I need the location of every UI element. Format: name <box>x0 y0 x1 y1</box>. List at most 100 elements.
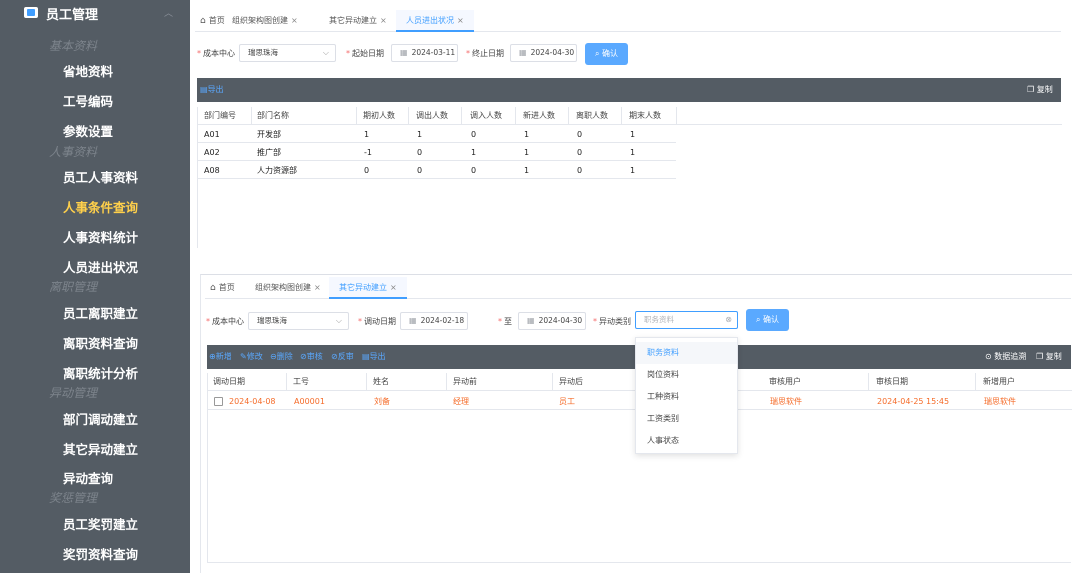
unapprove-button[interactable]: ⊘反审 <box>331 345 354 369</box>
cost-center-select[interactable]: 瑞思珠海 ⌵ <box>239 44 336 62</box>
tab-org-chart[interactable]: 组织架构图创建 × <box>232 10 298 32</box>
table-row[interactable]: A02 推广部 -1 0 1 1 0 1 <box>198 144 676 161</box>
sidebar-item-resignation-analysis[interactable]: 离职统计分析 <box>63 363 138 382</box>
cost-center-select[interactable]: 瑞思珠海 ⌵ <box>248 312 349 330</box>
close-icon[interactable]: × <box>291 16 298 25</box>
table-header: 部门编号 部门名称 期初人数 调出人数 调入人数 新进人数 离职人数 期末人数 <box>198 107 1062 125</box>
table-row[interactable]: A01 开发部 1 1 0 1 0 1 <box>198 126 676 143</box>
export-label: 导出 <box>207 85 224 94</box>
sidebar-item-province[interactable]: 省地资料 <box>63 61 113 80</box>
col-header[interactable]: 新进人数 <box>523 107 569 125</box>
tab-org-chart[interactable]: 组织架构图创建 × <box>255 277 321 299</box>
start-date-value: 2024-03-11 <box>411 48 456 57</box>
col-header[interactable]: 工号 <box>293 373 367 391</box>
chevron-down-icon: ⌵ <box>335 316 342 325</box>
col-header[interactable]: 调出人数 <box>416 107 462 125</box>
row-checkbox[interactable] <box>214 397 223 406</box>
sidebar-item-reward-create[interactable]: 员工奖罚建立 <box>63 514 138 533</box>
cell: 瑞思软件 <box>770 397 802 406</box>
chevron-up-icon[interactable]: ︿ <box>164 6 173 19</box>
sidebar-item-dept-transfer[interactable]: 部门调动建立 <box>63 409 138 428</box>
sidebar-item-personnel-query[interactable]: 人事条件查询 <box>63 197 138 216</box>
col-header[interactable]: 部门名称 <box>257 107 357 125</box>
copy-icon: ❐ <box>1027 85 1035 94</box>
dropdown-option-position[interactable]: 职务资料 <box>636 342 737 364</box>
tab-other-transfer[interactable]: 其它异动建立 × <box>329 10 387 32</box>
sidebar-item-reward-query[interactable]: 奖罚资料查询 <box>63 544 138 563</box>
tab-home[interactable]: ⌂ 首页 <box>200 10 225 32</box>
export-button[interactable]: ▤导出 <box>362 345 386 369</box>
dropdown-option-salary-type[interactable]: 工资类别 <box>636 408 737 430</box>
data-trace-button[interactable]: ⊙ 数据追溯 <box>985 345 1026 369</box>
approve-button[interactable]: ⊘审核 <box>300 345 323 369</box>
cell: 2024-04-08 <box>229 397 276 406</box>
col-header[interactable]: 审核用户 <box>769 373 869 391</box>
approve-label: 审核 <box>306 352 323 361</box>
sidebar-item-transfer-query[interactable]: 异动查询 <box>63 468 113 487</box>
sidebar-item-employee-code[interactable]: 工号编码 <box>63 91 113 110</box>
sidebar-title: 员工管理 <box>46 8 99 23</box>
sidebar-group-reward: 奖惩管理 <box>49 491 98 505</box>
copy-label: 复制 <box>1036 85 1053 94</box>
delete-icon: ⊖ <box>270 352 277 361</box>
close-icon[interactable]: × <box>314 283 321 292</box>
move-date-to-input[interactable]: ▦ 2024-04-30 <box>518 312 586 330</box>
start-date-label: * 起始日期 <box>346 49 384 58</box>
col-header[interactable]: 异动前 <box>453 373 553 391</box>
close-icon[interactable]: × <box>457 16 464 25</box>
copy-button[interactable]: ❐ 复制 <box>1036 345 1062 369</box>
table-row[interactable]: A08 人力资源部 0 0 0 1 0 1 <box>198 162 676 179</box>
cell: 0 <box>577 148 583 157</box>
sidebar-item-parameters[interactable]: 参数设置 <box>63 121 113 140</box>
confirm-button[interactable]: ⌕ 确认 <box>746 309 789 331</box>
dropdown-option-personnel-status[interactable]: 人事状态 <box>636 430 737 452</box>
col-header[interactable]: 调入人数 <box>470 107 516 125</box>
category-select[interactable]: 职务资料 ⊗ <box>635 311 738 329</box>
cell: 人力资源部 <box>257 166 297 175</box>
tab-home-label: 首页 <box>208 16 225 25</box>
sidebar-header[interactable]: 员工管理 ︿ <box>0 0 190 26</box>
sidebar-item-resignation-query[interactable]: 离职资料查询 <box>63 333 138 352</box>
tab-other-transfer[interactable]: 其它异动建立 × <box>329 277 407 299</box>
sidebar-item-staff-movement[interactable]: 人员进出状况 <box>63 257 138 276</box>
close-icon[interactable]: × <box>380 16 387 25</box>
close-icon[interactable]: × <box>390 283 397 292</box>
col-header[interactable]: 期初人数 <box>363 107 409 125</box>
sidebar-item-other-transfer[interactable]: 其它异动建立 <box>63 439 138 458</box>
dropdown-option-post[interactable]: 岗位资料 <box>636 364 737 386</box>
tab-staff-movement[interactable]: 人员进出状况 × <box>396 10 474 32</box>
confirm-button[interactable]: ⌕ 确认 <box>585 43 628 65</box>
cell: 经理 <box>453 397 469 406</box>
tab-bar-bottom: ⌂ 首页 组织架构图创建 × 其它异动建立 × <box>205 277 1071 299</box>
col-header[interactable]: 离职人数 <box>576 107 622 125</box>
clear-icon[interactable]: ⊗ <box>725 312 732 328</box>
col-header[interactable]: 审核日期 <box>876 373 976 391</box>
sidebar-item-personnel-data[interactable]: 员工人事资料 <box>63 167 138 186</box>
delete-button[interactable]: ⊖删除 <box>270 345 293 369</box>
col-header[interactable]: 期末人数 <box>629 107 677 125</box>
tab-home[interactable]: ⌂ 首页 <box>210 277 235 299</box>
calendar-icon: ▦ <box>409 316 417 325</box>
export-button[interactable]: ▤导出 <box>200 78 224 102</box>
sidebar: 员工管理 ︿ 基本资料 省地资料 工号编码 参数设置 人事资料 员工人事资料 人… <box>0 0 190 573</box>
cell: 0 <box>417 148 423 157</box>
delete-label: 删除 <box>276 352 293 361</box>
check-icon: ⊘ <box>300 352 307 361</box>
move-date-from-input[interactable]: ▦ 2024-02-18 <box>400 312 468 330</box>
end-date-input[interactable]: ▦ 2024-04-30 <box>510 44 577 62</box>
category-label-text: 异动类别 <box>599 317 631 326</box>
col-header[interactable]: 姓名 <box>373 373 447 391</box>
col-header[interactable]: 新增用户 <box>983 373 1015 391</box>
dropdown-option-work-type[interactable]: 工种资料 <box>636 386 737 408</box>
edit-button[interactable]: ✎修改 <box>240 345 263 369</box>
export-icon: ▤ <box>362 352 370 361</box>
move-date-label: * 调动日期 <box>358 317 396 326</box>
col-header[interactable]: 调动日期 <box>213 373 287 391</box>
start-date-input[interactable]: ▦ 2024-03-11 <box>391 44 458 62</box>
cell: 1 <box>630 130 636 139</box>
sidebar-item-personnel-stats[interactable]: 人事资料统计 <box>63 227 138 246</box>
copy-button[interactable]: ❐ 复制 <box>1027 78 1053 102</box>
col-header[interactable]: 部门编号 <box>204 107 252 125</box>
add-button[interactable]: ⊕新增 <box>209 345 232 369</box>
sidebar-item-resignation-create[interactable]: 员工离职建立 <box>63 303 138 322</box>
